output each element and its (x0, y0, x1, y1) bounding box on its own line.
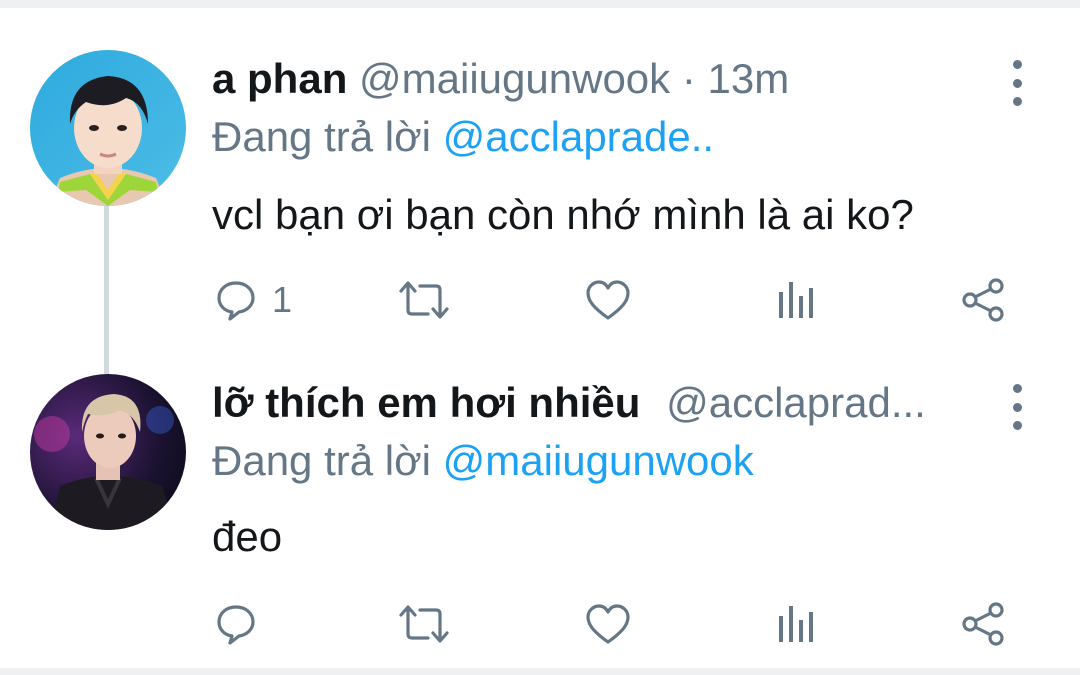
more-options-button[interactable] (1002, 60, 1032, 106)
reply-count: 1 (272, 279, 293, 320)
share-icon (962, 602, 1004, 646)
reply-button[interactable] (214, 600, 258, 648)
display-name[interactable]: lỡ thích em hơi nhiều (212, 379, 640, 426)
bottom-divider (0, 668, 1080, 675)
thread-connector-line (104, 206, 109, 374)
like-button[interactable] (584, 600, 632, 648)
replying-to-line: Đang trả lời @maiiugunwook (212, 436, 754, 486)
tweet-text: đeo (212, 513, 283, 560)
share-button[interactable] (960, 276, 1006, 324)
user-handle[interactable]: @maiiugunwook (359, 55, 670, 102)
like-button[interactable] (584, 276, 632, 324)
retweet-button[interactable] (398, 276, 450, 324)
retweet-button[interactable] (398, 600, 450, 648)
avatar-performer-stage (30, 374, 186, 530)
retweet-icon (399, 605, 449, 643)
more-icon-dot (1012, 384, 1022, 393)
reply-icon (217, 605, 255, 645)
analytics-button[interactable] (776, 276, 816, 324)
avatar[interactable] (30, 50, 186, 206)
replying-to-line: Đang trả lời @acclaprade.. (212, 112, 714, 162)
user-handle[interactable]: @acclaprad... (666, 379, 926, 426)
replying-to-link[interactable]: @acclaprade.. (443, 113, 714, 160)
like-icon (586, 280, 630, 320)
share-icon (962, 278, 1004, 322)
replying-to-label: Đang trả lời (212, 437, 431, 484)
replying-to-link[interactable]: @maiiugunwook (443, 437, 754, 484)
more-options-button[interactable] (1002, 384, 1032, 430)
like-icon (586, 604, 630, 644)
reply-button[interactable]: 1 (214, 276, 292, 324)
separator-dot: · (681, 55, 696, 102)
more-icon-dot (1012, 97, 1022, 106)
analytics-button[interactable] (776, 600, 816, 648)
more-icon-dot (1012, 421, 1022, 430)
timestamp[interactable]: 13m (708, 55, 790, 102)
reply-icon (217, 281, 255, 321)
avatar[interactable] (30, 374, 186, 530)
more-icon-dot (1012, 402, 1022, 412)
tweet-header: lỡ thích em hơi nhiều @acclaprad... (212, 378, 926, 428)
retweet-icon (399, 281, 449, 319)
replying-to-label: Đang trả lời (212, 113, 431, 160)
top-divider (0, 0, 1080, 8)
analytics-icon (779, 606, 813, 642)
share-button[interactable] (960, 600, 1006, 648)
more-icon-dot (1012, 60, 1022, 69)
avatar-boy-green-shirt (30, 50, 186, 206)
more-icon-dot (1012, 78, 1022, 88)
tweet-header: a phan @maiiugunwook · 13m (212, 54, 789, 104)
display-name[interactable]: a phan (212, 55, 347, 102)
tweet-text: vcl bạn ơi bạn còn nhớ mình là ai ko? (212, 191, 914, 238)
analytics-icon (779, 282, 813, 318)
